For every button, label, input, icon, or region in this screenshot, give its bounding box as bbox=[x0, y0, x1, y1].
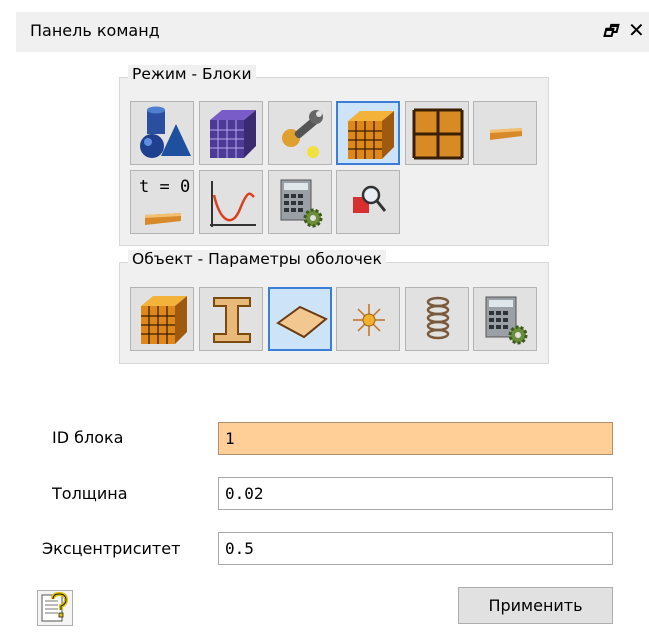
spring-coil-icon bbox=[426, 296, 450, 340]
mode-blocks-button[interactable] bbox=[336, 101, 400, 165]
t-zero-text: t = 0 bbox=[139, 177, 191, 197]
help-button[interactable] bbox=[37, 590, 73, 626]
object-group-title: Объект - Параметры оболочек bbox=[128, 250, 386, 268]
shell-diamond-icon bbox=[276, 305, 328, 339]
mode-group-title: Режим - Блоки bbox=[128, 65, 256, 83]
eccentricity-label: Эксцентриситет bbox=[42, 539, 181, 558]
mode-query-button[interactable] bbox=[336, 170, 400, 234]
beam-i-section-icon bbox=[213, 297, 251, 343]
panel-title: Панель команд bbox=[30, 21, 160, 40]
grid-nodes-icon bbox=[412, 108, 464, 160]
block-id-field[interactable]: 1 bbox=[218, 422, 613, 455]
object-point-masses-button[interactable] bbox=[336, 287, 400, 351]
calculator-gear-icon bbox=[485, 296, 528, 345]
object-blocks-button[interactable] bbox=[130, 287, 194, 351]
block-id-label: ID блока bbox=[52, 428, 124, 447]
point-mass-icon bbox=[353, 304, 385, 336]
thickness-label: Толщина bbox=[52, 484, 128, 503]
wrench-parts-icon bbox=[282, 110, 323, 158]
object-beams-button[interactable] bbox=[199, 287, 263, 351]
mode-nodes-button[interactable] bbox=[405, 101, 469, 165]
query-magnifier-icon bbox=[353, 185, 387, 213]
mode-curves-button[interactable] bbox=[199, 170, 263, 234]
block-cube-icon bbox=[141, 296, 187, 344]
mode-geometry-button[interactable] bbox=[130, 101, 194, 165]
mode-shell-button[interactable] bbox=[473, 101, 537, 165]
object-springs-button[interactable] bbox=[405, 287, 469, 351]
float-window-icon[interactable]: 🗗 bbox=[603, 21, 617, 46]
orange-block-cube-icon bbox=[348, 111, 394, 159]
geometry-shapes-icon bbox=[140, 106, 191, 158]
mode-mesh-button[interactable] bbox=[199, 101, 263, 165]
mode-calculation-button[interactable] bbox=[268, 170, 332, 234]
eccentricity-field[interactable]: 0.5 bbox=[218, 532, 613, 565]
shell-strip-icon bbox=[490, 128, 522, 140]
object-shells-button[interactable] bbox=[268, 287, 332, 351]
object-calculation-button[interactable] bbox=[473, 287, 537, 351]
purple-mesh-cube-icon bbox=[210, 110, 256, 158]
help-document-icon bbox=[41, 591, 69, 622]
curve-chart-icon bbox=[210, 181, 256, 227]
apply-button[interactable]: Применить bbox=[458, 587, 613, 624]
mode-parts-button[interactable] bbox=[268, 101, 332, 165]
thickness-field[interactable]: 0.02 bbox=[218, 477, 613, 510]
mode-initial-conditions-button[interactable]: t = 0 bbox=[130, 170, 194, 234]
close-icon[interactable]: ✕ bbox=[628, 18, 645, 42]
calculator-gear-icon bbox=[280, 179, 323, 228]
panel-titlebar: Панель команд 🗗 ✕ bbox=[16, 12, 649, 52]
